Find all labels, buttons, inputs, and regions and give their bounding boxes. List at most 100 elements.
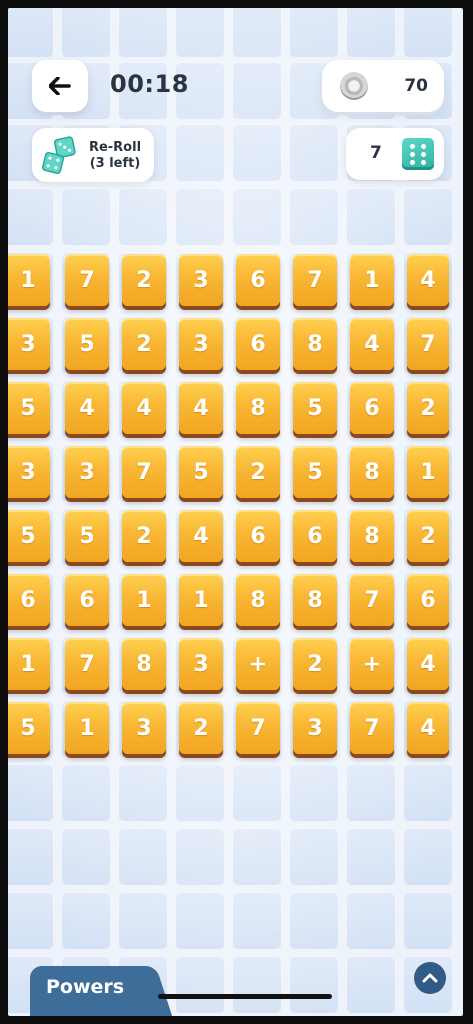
background-cell xyxy=(289,188,339,246)
number-tile[interactable]: 7 xyxy=(236,702,280,754)
background-cell xyxy=(118,188,168,246)
background-cell xyxy=(118,764,168,822)
number-tile[interactable]: 4 xyxy=(407,254,449,306)
background-cell xyxy=(289,764,339,822)
number-tile[interactable]: 7 xyxy=(407,318,449,370)
background-cell xyxy=(175,892,225,950)
number-tile[interactable]: 1 xyxy=(8,254,50,306)
background-cell xyxy=(118,828,168,886)
number-tile[interactable]: 6 xyxy=(236,318,280,370)
number-tile[interactable]: 2 xyxy=(122,318,166,370)
chevron-up-icon xyxy=(422,973,438,983)
powers-tab[interactable]: Powers xyxy=(30,966,150,1016)
background-cell xyxy=(403,892,453,950)
reroll-button[interactable]: Re-Roll (3 left) xyxy=(32,128,154,182)
number-tile[interactable]: 2 xyxy=(407,510,449,562)
number-tile[interactable]: 3 xyxy=(65,446,109,498)
background-cell xyxy=(8,764,54,822)
number-tile[interactable]: 3 xyxy=(179,638,223,690)
number-tile[interactable]: 3 xyxy=(179,318,223,370)
number-tile[interactable]: 7 xyxy=(65,638,109,690)
number-tile[interactable]: 5 xyxy=(293,382,337,434)
number-tile[interactable]: 6 xyxy=(293,510,337,562)
number-tile[interactable]: 4 xyxy=(122,382,166,434)
number-tile[interactable]: 8 xyxy=(293,318,337,370)
number-tile[interactable]: 1 xyxy=(179,574,223,626)
background-cell xyxy=(289,828,339,886)
background-cell xyxy=(175,828,225,886)
number-tile[interactable]: 6 xyxy=(236,254,280,306)
background-cell xyxy=(175,764,225,822)
expand-powers-button[interactable] xyxy=(414,962,446,994)
background-cell xyxy=(403,764,453,822)
background-cell xyxy=(346,828,396,886)
reroll-label: Re-Roll (3 left) xyxy=(80,140,150,172)
number-tile[interactable]: 6 xyxy=(236,510,280,562)
number-tile[interactable]: 2 xyxy=(122,510,166,562)
number-tile[interactable]: 5 xyxy=(65,510,109,562)
plus-tile[interactable]: + xyxy=(350,638,394,690)
number-tile[interactable]: 1 xyxy=(122,574,166,626)
timer: 00:18 xyxy=(110,70,189,98)
number-tile[interactable]: 4 xyxy=(65,382,109,434)
number-tile[interactable]: 5 xyxy=(65,318,109,370)
number-tile[interactable]: 2 xyxy=(179,702,223,754)
number-tile[interactable]: 2 xyxy=(122,254,166,306)
background-cell xyxy=(403,828,453,886)
background-cell xyxy=(8,828,54,886)
game-screen: 00:18 70 Re-Roll (3 left) 7 1 7 2 3 6 7 … xyxy=(8,8,463,1016)
number-tile[interactable]: 7 xyxy=(293,254,337,306)
arrow-left-icon xyxy=(49,77,71,95)
number-tile[interactable]: 1 xyxy=(65,702,109,754)
number-tile[interactable]: 6 xyxy=(65,574,109,626)
dice-count: 7 xyxy=(370,143,382,163)
number-tile[interactable]: 7 xyxy=(350,702,394,754)
number-tile[interactable]: 7 xyxy=(350,574,394,626)
background-cell xyxy=(346,956,396,1014)
back-button[interactable] xyxy=(32,60,88,112)
number-tile[interactable]: 6 xyxy=(350,382,394,434)
number-tile[interactable]: 4 xyxy=(179,382,223,434)
background-cell xyxy=(175,956,225,1014)
powers-label: Powers xyxy=(46,976,125,998)
number-tile[interactable]: 2 xyxy=(407,382,449,434)
number-tile[interactable]: 3 xyxy=(179,254,223,306)
reroll-title: Re-Roll xyxy=(88,140,142,155)
number-tile[interactable]: 5 xyxy=(8,702,50,754)
number-tile[interactable]: 6 xyxy=(8,574,50,626)
number-tile[interactable]: 6 xyxy=(407,574,449,626)
number-tile[interactable]: 1 xyxy=(407,446,449,498)
number-tile[interactable]: 8 xyxy=(236,382,280,434)
number-tile[interactable]: 4 xyxy=(407,702,449,754)
number-tile[interactable]: 3 xyxy=(293,702,337,754)
number-tile[interactable]: 5 xyxy=(293,446,337,498)
number-tile[interactable]: 8 xyxy=(236,574,280,626)
number-tile[interactable]: 1 xyxy=(350,254,394,306)
coins-counter: 70 xyxy=(322,60,444,112)
number-tile[interactable]: 5 xyxy=(179,446,223,498)
background-cell xyxy=(8,892,54,950)
number-tile[interactable]: 8 xyxy=(350,510,394,562)
number-tile[interactable]: 4 xyxy=(179,510,223,562)
number-tile[interactable]: 1 xyxy=(8,638,50,690)
dice-pair-icon xyxy=(41,136,76,175)
number-tile[interactable]: 7 xyxy=(65,254,109,306)
number-tile[interactable]: 8 xyxy=(293,574,337,626)
number-tile[interactable]: 8 xyxy=(350,446,394,498)
number-tile[interactable]: 3 xyxy=(8,318,50,370)
number-tile[interactable]: 5 xyxy=(8,510,50,562)
top-bar: 00:18 70 Re-Roll (3 left) 7 xyxy=(8,8,463,188)
background-cell xyxy=(232,828,282,886)
number-tile[interactable]: 3 xyxy=(122,702,166,754)
number-tile[interactable]: 2 xyxy=(236,446,280,498)
number-tile[interactable]: 4 xyxy=(407,638,449,690)
plus-tile[interactable]: + xyxy=(236,638,280,690)
number-tile[interactable]: 3 xyxy=(8,446,50,498)
background-cell xyxy=(289,892,339,950)
number-tile[interactable]: 8 xyxy=(122,638,166,690)
number-tile[interactable]: 2 xyxy=(293,638,337,690)
number-tile[interactable]: 4 xyxy=(350,318,394,370)
background-cell xyxy=(289,956,339,1014)
number-tile[interactable]: 7 xyxy=(122,446,166,498)
number-tile[interactable]: 5 xyxy=(8,382,50,434)
